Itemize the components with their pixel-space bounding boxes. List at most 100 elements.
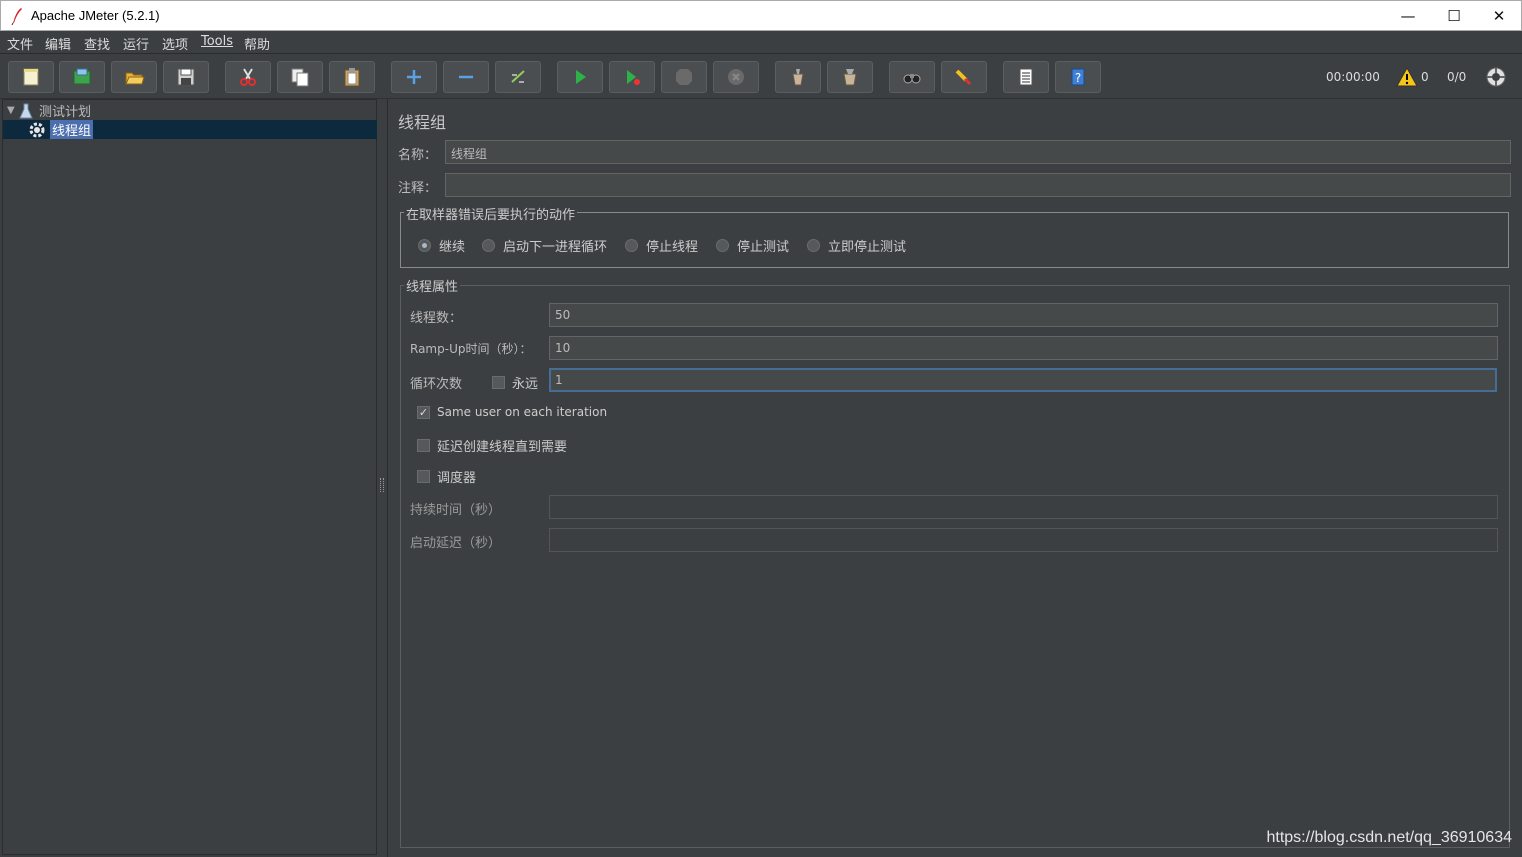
menu-file[interactable]: 文件 xyxy=(7,34,33,53)
title-bar: Apache JMeter (5.2.1) — ☐ ✕ xyxy=(0,0,1522,31)
close-button[interactable]: ✕ xyxy=(1476,1,1522,31)
menu-tools[interactable]: Tools xyxy=(201,34,233,49)
menu-help[interactable]: 帮助 xyxy=(244,34,270,53)
maximize-button[interactable]: ☐ xyxy=(1431,1,1477,31)
radio-dot xyxy=(625,239,638,252)
menu-search[interactable]: 查找 xyxy=(84,34,110,53)
collapse-icon xyxy=(459,75,473,79)
clear-icon xyxy=(792,69,804,86)
tree-label-thread-group: 线程组 xyxy=(50,120,94,139)
forever-label: 永远 xyxy=(512,377,539,392)
comment-label: 注释： xyxy=(398,181,438,196)
scheduler-label: 调度器 xyxy=(437,471,477,486)
help-button[interactable]: ? xyxy=(1055,61,1101,93)
comment-field[interactable] xyxy=(445,173,1511,197)
collapse-all-button[interactable] xyxy=(443,61,489,93)
thread-properties-title: 线程属性 xyxy=(404,276,461,295)
startup-delay-field[interactable] xyxy=(549,528,1498,552)
radio-label: 继续 xyxy=(439,240,466,255)
start-button[interactable] xyxy=(557,61,603,93)
split-pane-divider[interactable] xyxy=(378,99,387,855)
save-button[interactable] xyxy=(163,61,209,93)
duration-field[interactable] xyxy=(549,495,1498,519)
thread-group-panel: 线程组 名称： 线程组 注释： 在取样器错误后要执行的动作 继续 启动下一进程循… xyxy=(387,99,1522,857)
stop-icon xyxy=(676,69,692,85)
error-action-group-title: 在取样器错误后要执行的动作 xyxy=(404,204,578,223)
clear-button[interactable] xyxy=(775,61,821,93)
radio-label: 立即停止测试 xyxy=(828,240,907,255)
tree-node-test-plan[interactable]: ▼ 测试计划 xyxy=(7,101,93,120)
copy-button[interactable] xyxy=(277,61,323,93)
menu-edit[interactable]: 编辑 xyxy=(45,34,71,53)
svg-text:?: ? xyxy=(1075,71,1081,85)
start-icon xyxy=(576,70,586,84)
stop-button[interactable] xyxy=(661,61,707,93)
minimize-icon: — xyxy=(1400,7,1416,25)
templates-button[interactable] xyxy=(59,61,105,93)
radio-dot xyxy=(482,239,495,252)
minimize-button[interactable]: — xyxy=(1385,1,1431,31)
search-button[interactable] xyxy=(889,61,935,93)
name-field[interactable]: 线程组 xyxy=(445,140,1511,164)
toolbar: ? 00:00:00 0 0/0 xyxy=(0,55,1522,99)
radio-continue[interactable]: 继续 xyxy=(418,236,465,255)
menu-options[interactable]: 选项 xyxy=(162,34,188,53)
expand-icon xyxy=(407,70,421,84)
delay-thread-creation-checkbox[interactable]: 延迟创建线程直到需要 xyxy=(417,436,567,455)
threads-field[interactable]: 50 xyxy=(549,303,1498,327)
radio-label: 启动下一进程循环 xyxy=(503,240,608,255)
tree-node-thread-group[interactable]: 线程组 xyxy=(3,120,377,139)
shutdown-button[interactable] xyxy=(713,61,759,93)
new-button[interactable] xyxy=(8,61,54,93)
rampup-field[interactable]: 10 xyxy=(549,336,1498,360)
reset-search-button[interactable] xyxy=(941,61,987,93)
start-no-pause-button[interactable] xyxy=(609,61,655,93)
checkbox-box xyxy=(417,439,430,452)
search-icon xyxy=(903,74,921,84)
radio-dot xyxy=(807,239,820,252)
flask-icon xyxy=(19,103,33,118)
tree-label-test-plan: 测试计划 xyxy=(39,105,92,120)
function-helper-button[interactable] xyxy=(1003,61,1049,93)
radio-stop-thread[interactable]: 停止线程 xyxy=(625,236,698,255)
duration-label: 持续时间（秒） xyxy=(410,503,502,518)
scheduler-checkbox[interactable]: 调度器 xyxy=(417,467,476,486)
startup-delay-label: 启动延迟（秒） xyxy=(410,536,502,551)
open-icon xyxy=(125,72,145,85)
paste-button[interactable] xyxy=(329,61,375,93)
templates-icon xyxy=(73,68,91,85)
gear-icon xyxy=(29,122,45,137)
new-icon xyxy=(23,68,39,86)
radio-dot xyxy=(716,239,729,252)
radio-dot xyxy=(418,239,431,252)
open-button[interactable] xyxy=(111,61,157,93)
radio-stop-test[interactable]: 停止测试 xyxy=(716,236,789,255)
cut-icon xyxy=(240,68,256,86)
elapsed-timer: 00:00:00 xyxy=(1326,70,1380,84)
help-icon: ? xyxy=(1071,68,1085,86)
checkbox-box xyxy=(492,376,505,389)
remote-status-icon xyxy=(1486,67,1506,87)
clear-all-button[interactable] xyxy=(827,61,873,93)
splitter-grip-icon[interactable] xyxy=(380,478,384,492)
radio-stop-test-now[interactable]: 立即停止测试 xyxy=(807,236,906,255)
cut-button[interactable] xyxy=(225,61,271,93)
delay-label: 延迟创建线程直到需要 xyxy=(437,440,568,455)
menu-run[interactable]: 运行 xyxy=(123,34,149,53)
tree-expand-icon[interactable]: ▼ xyxy=(7,105,19,116)
paste-icon xyxy=(344,68,360,87)
expand-all-button[interactable] xyxy=(391,61,437,93)
shutdown-icon xyxy=(728,69,744,85)
toggle-button[interactable] xyxy=(495,61,541,93)
threads-label: 线程数： xyxy=(410,311,463,326)
warning-icon[interactable] xyxy=(1396,66,1418,88)
radio-start-next-loop[interactable]: 启动下一进程循环 xyxy=(482,236,607,255)
function-helper-icon xyxy=(1019,68,1033,86)
loop-count-field[interactable]: 1 xyxy=(549,368,1497,392)
same-user-checkbox[interactable]: ✓ Same user on each iteration xyxy=(417,405,607,419)
radio-label: 停止测试 xyxy=(737,240,790,255)
panel-title: 线程组 xyxy=(398,113,447,132)
radio-label: 停止线程 xyxy=(646,240,699,255)
clear-all-icon xyxy=(843,69,857,86)
forever-checkbox[interactable]: 永远 xyxy=(492,373,538,392)
